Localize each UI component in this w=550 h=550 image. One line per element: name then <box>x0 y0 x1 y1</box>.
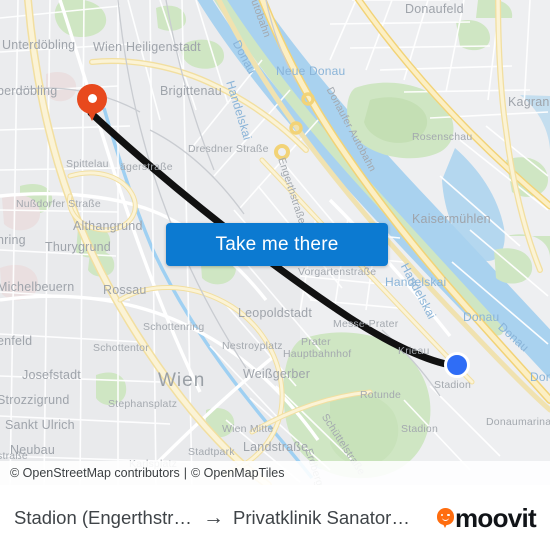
moovit-balloon-icon <box>436 507 454 528</box>
take-me-there-button[interactable]: Take me there <box>166 223 388 266</box>
destination-dot-icon[interactable] <box>444 352 470 378</box>
moovit-logo[interactable]: moovit <box>436 502 537 533</box>
arrow-right-icon: → <box>203 506 224 529</box>
pin-center-dot <box>87 94 97 103</box>
attribution-separator: | <box>183 466 187 480</box>
map-attribution: © OpenStreetMap contributors | © OpenMap… <box>0 461 550 485</box>
route-summary-bar: Stadion (Engerthstraße/M... → Privatklin… <box>0 485 550 550</box>
map-canvas[interactable]: Unterdöbling Wien Heiligenstadt Brigittena… <box>0 0 550 485</box>
attribution-osm[interactable]: © OpenStreetMap contributors <box>10 466 180 480</box>
moovit-map-screen: Unterdöbling Wien Heiligenstadt Brigittena… <box>0 0 550 550</box>
moovit-wordmark: moovit <box>454 502 537 533</box>
origin-pin-icon[interactable] <box>77 84 107 124</box>
attribution-openmaptiles[interactable]: © OpenMapTiles <box>191 466 285 480</box>
route-destination-label[interactable]: Privatklinik Sanatoriu... <box>233 507 413 529</box>
route-origin-label[interactable]: Stadion (Engerthstraße/M... <box>14 507 194 529</box>
